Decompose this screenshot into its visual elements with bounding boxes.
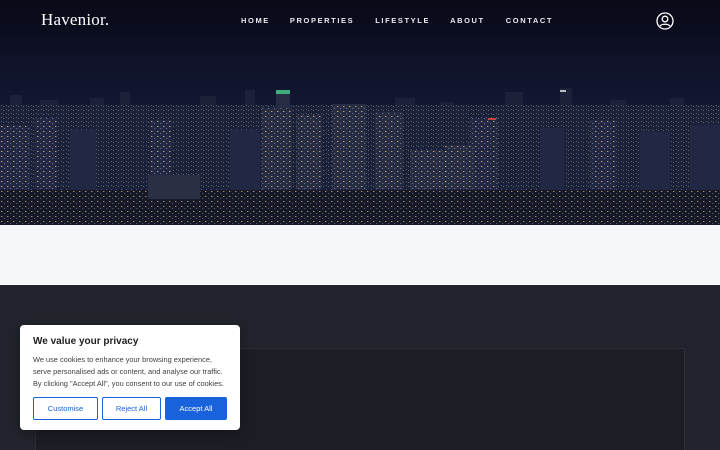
site-logo[interactable]: Havenior. <box>41 10 109 30</box>
cookie-text-line-2: serve personalised ads or content, and a… <box>33 367 223 376</box>
hero-banner <box>0 0 720 225</box>
customise-button[interactable]: Customise <box>33 397 98 420</box>
reject-all-button[interactable]: Reject All <box>102 397 161 420</box>
cookie-text-line-1: We use cookies to enhance your browsing … <box>33 355 212 364</box>
cookie-consent-banner: We value your privacy We use cookies to … <box>20 325 240 430</box>
cookie-title: We value your privacy <box>33 336 139 347</box>
nav-about[interactable]: ABOUT <box>450 16 485 25</box>
light-section <box>0 225 720 285</box>
cookie-text: We use cookies to enhance your browsing … <box>33 354 227 390</box>
nav-home[interactable]: HOME <box>241 16 270 25</box>
cookie-text-line-3: By clicking "Accept All", you consent to… <box>33 379 224 388</box>
main-nav: HOME PROPERTIES LIFESTYLE ABOUT CONTACT <box>241 16 553 25</box>
nav-contact[interactable]: CONTACT <box>506 16 553 25</box>
accept-all-button[interactable]: Accept All <box>165 397 227 420</box>
nav-lifestyle[interactable]: LIFESTYLE <box>375 16 430 25</box>
user-circle-icon[interactable] <box>656 12 674 30</box>
cookie-buttons: Customise Reject All Accept All <box>33 397 227 420</box>
nav-properties[interactable]: PROPERTIES <box>290 16 354 25</box>
